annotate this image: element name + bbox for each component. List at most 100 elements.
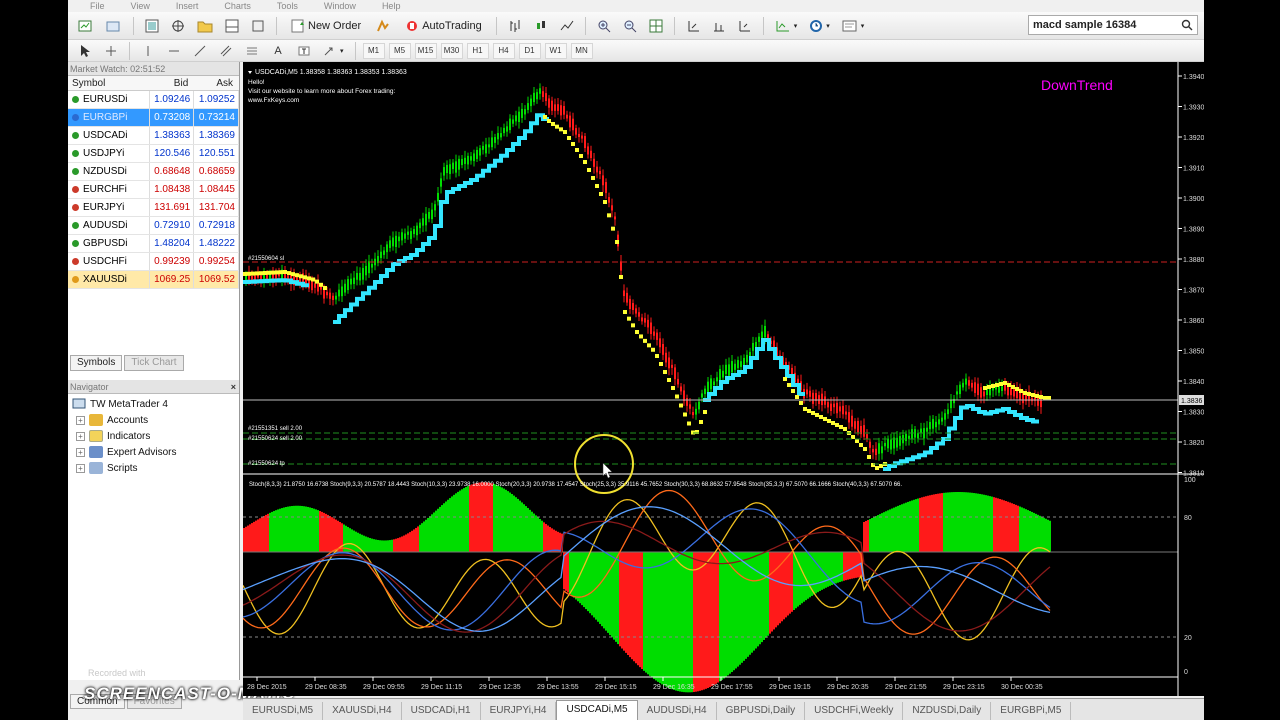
vertical-line-tool[interactable]: [137, 41, 159, 61]
period-button[interactable]: [734, 16, 756, 36]
resistance-dot: [827, 419, 831, 423]
ask-column-header[interactable]: Ask: [194, 78, 239, 89]
tab-tick-chart[interactable]: Tick Chart: [124, 355, 184, 371]
menu-charts[interactable]: Charts: [224, 1, 251, 11]
histogram-bar: [593, 552, 595, 618]
histogram-bar: [287, 506, 289, 552]
chart-tab[interactable]: USDCHFi,Weekly: [805, 702, 904, 720]
price-chart[interactable]: 1.3940 1.3930 1.3920 1.3910 1.3900 1.3890 1.38…: [242, 62, 1204, 696]
navigator-root[interactable]: TW MetaTrader 4: [72, 396, 235, 412]
text-label-tool[interactable]: [293, 41, 315, 61]
line-chart-button[interactable]: [556, 16, 578, 36]
market-watch-row[interactable]: EURUSDi 1.09246 1.09252: [68, 91, 239, 109]
histogram-bar: [799, 552, 801, 605]
chart-tab[interactable]: GBPUSDi,Daily: [717, 702, 806, 720]
market-watch-row[interactable]: EURJPYi 131.691 131.704: [68, 199, 239, 217]
market-watch-row[interactable]: EURGBPi 0.73208 0.73214: [68, 109, 239, 127]
cursor-tool[interactable]: [74, 41, 96, 61]
bid-column-header[interactable]: Bid: [150, 78, 195, 89]
trendline-tool[interactable]: [189, 41, 211, 61]
timeframe-m1[interactable]: M1: [362, 42, 385, 59]
symbol-cell: XAUUSDi: [68, 271, 150, 288]
arrows-tool[interactable]: ▾: [319, 41, 348, 61]
market-watch-button[interactable]: [141, 16, 163, 36]
new-order-button[interactable]: New Order: [284, 16, 368, 36]
chart-tab[interactable]: EURGBPi,M5: [991, 702, 1072, 720]
market-watch-row[interactable]: NZDUSDi 0.68648 0.68659: [68, 163, 239, 181]
timeframe-w1[interactable]: W1: [544, 42, 567, 59]
menu-window[interactable]: Window: [324, 1, 356, 11]
menu-help[interactable]: Help: [382, 1, 401, 11]
crosshair-tool[interactable]: [100, 41, 122, 61]
menu-view[interactable]: View: [131, 1, 150, 11]
candle-body: [959, 384, 961, 395]
new-chart-button[interactable]: [74, 16, 98, 36]
timeframe-h1[interactable]: H1: [466, 42, 489, 59]
chart-shift-button[interactable]: [682, 16, 704, 36]
market-watch-row[interactable]: USDJPYi 120.546 120.551: [68, 145, 239, 163]
expand-icon[interactable]: +: [76, 463, 85, 473]
menu-file[interactable]: File: [90, 1, 105, 11]
templates-button[interactable]: ▾: [838, 16, 869, 36]
navigator-item-accounts[interactable]: + Accounts: [72, 412, 235, 428]
tile-windows-button[interactable]: [645, 16, 667, 36]
timeframe-mn[interactable]: MN: [570, 42, 593, 59]
bar-chart-button[interactable]: [504, 16, 526, 36]
chart-window[interactable]: 1.3940 1.3930 1.3920 1.3910 1.3900 1.3890 1.38…: [242, 62, 1204, 696]
chart-tab[interactable]: USDCADi,M5: [556, 700, 638, 720]
navigator-button[interactable]: [193, 16, 217, 36]
market-watch-row[interactable]: USDCADi 1.38363 1.38369: [68, 127, 239, 145]
menu-tools[interactable]: Tools: [277, 1, 298, 11]
chart-tab[interactable]: AUDUSDi,H4: [638, 702, 717, 720]
horizontal-line-tool[interactable]: [163, 41, 185, 61]
expand-icon[interactable]: +: [76, 415, 85, 425]
autoscroll-button[interactable]: [708, 16, 730, 36]
navigator-item-indicators[interactable]: + Indicators: [72, 428, 235, 444]
indicators-button[interactable]: ▾: [771, 16, 802, 36]
expand-icon[interactable]: +: [76, 431, 85, 441]
market-watch-row[interactable]: GBPUSDi 1.48204 1.48222: [68, 235, 239, 253]
histogram-bar: [527, 507, 529, 552]
zoom-in-button[interactable]: [593, 16, 615, 36]
candlestick-button[interactable]: [530, 16, 552, 36]
timeframe-m5[interactable]: M5: [388, 42, 411, 59]
candle-body: [500, 133, 502, 138]
data-window-button[interactable]: [167, 16, 189, 36]
zoom-out-button[interactable]: [619, 16, 641, 36]
symbol-column-header[interactable]: Symbol: [68, 78, 150, 89]
timeframe-m15[interactable]: M15: [414, 42, 437, 59]
chart-tab[interactable]: EURUSDi,M5: [243, 702, 324, 720]
periodicity-button[interactable]: ▾: [805, 16, 834, 36]
histogram-bar: [723, 552, 725, 679]
resistance-dot: [795, 395, 799, 399]
channel-tool[interactable]: [215, 41, 237, 61]
search-input[interactable]: macd sample 16384: [1028, 15, 1198, 35]
market-watch-row[interactable]: AUDUSDi 0.72910 0.72918: [68, 217, 239, 235]
histogram-bar: [1009, 502, 1011, 552]
autotrading-button[interactable]: AutoTrading: [398, 16, 489, 36]
chart-tab[interactable]: NZDUSDi,Daily: [903, 702, 992, 720]
strategy-tester-button[interactable]: [247, 16, 269, 36]
chart-tab[interactable]: EURJPYi,H4: [481, 702, 557, 720]
expand-icon[interactable]: +: [76, 447, 85, 457]
fibonacci-tool[interactable]: [241, 41, 263, 61]
text-tool[interactable]: A: [267, 41, 289, 61]
timeframe-d1[interactable]: D1: [518, 42, 541, 59]
tab-symbols[interactable]: Symbols: [70, 355, 123, 371]
profiles-button[interactable]: [102, 16, 126, 36]
timeframe-h4[interactable]: H4: [492, 42, 515, 59]
chart-tab[interactable]: USDCADi,H1: [402, 702, 481, 720]
menu-insert[interactable]: Insert: [176, 1, 199, 11]
chart-tab[interactable]: XAUUSDi,H4: [323, 702, 402, 720]
close-icon[interactable]: ×: [231, 382, 236, 392]
navigator-item-expert-advisors[interactable]: + Expert Advisors: [72, 444, 235, 460]
histogram-bar: [327, 514, 329, 552]
market-watch-row[interactable]: EURCHFi 1.08438 1.08445: [68, 181, 239, 199]
market-watch-row[interactable]: XAUUSDi 1069.25 1069.52: [68, 271, 239, 289]
market-watch-row[interactable]: USDCHFi 0.99239 0.99254: [68, 253, 239, 271]
metaeditor-button[interactable]: [372, 16, 394, 36]
terminal-button[interactable]: [221, 16, 243, 36]
search-icon[interactable]: [1181, 19, 1193, 31]
navigator-item-scripts[interactable]: + Scripts: [72, 460, 235, 476]
timeframe-m30[interactable]: M30: [440, 42, 463, 59]
